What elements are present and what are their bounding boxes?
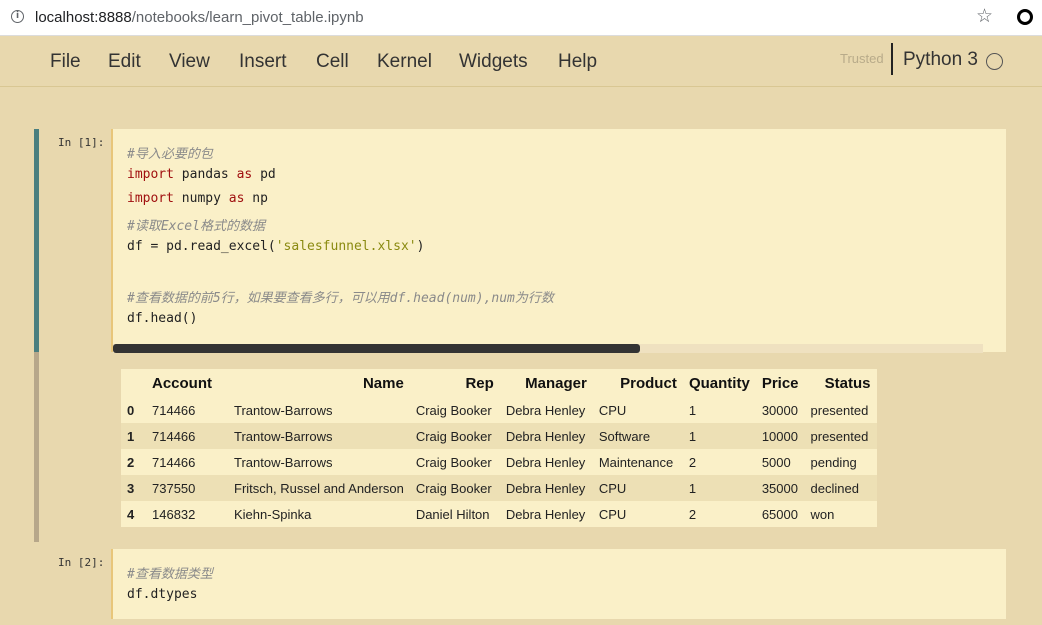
cell-status: presented — [810, 402, 869, 418]
cell-price: 10000 — [761, 428, 798, 444]
url-host: localhost:8888 — [35, 9, 132, 26]
cell-account: 737550 — [152, 480, 196, 496]
cell-name: Kiehn-Spinka — [234, 506, 312, 522]
cell-rep: Craig Booker — [415, 480, 492, 496]
column-header-account: Account — [152, 374, 212, 392]
selected-cell-marker — [34, 129, 39, 352]
cell-manager: Debra Henley — [505, 402, 586, 418]
code-line: import pandas as pd — [127, 167, 276, 182]
column-header-quantity: Quantity — [688, 374, 750, 392]
cell-name: Trantow-Barrows — [234, 402, 333, 418]
menu-file[interactable]: File — [50, 51, 81, 73]
cell-product: Maintenance — [598, 454, 674, 470]
column-header-index — [121, 369, 146, 397]
column-header-product: Product — [620, 374, 677, 392]
url-path: /notebooks/learn_pivot_table.ipynb — [131, 9, 364, 26]
cell-price: 35000 — [761, 480, 798, 496]
table-row: 0 714466 Trantow-Barrows Craig Booker De… — [121, 397, 877, 423]
cell-quantity: 2 — [688, 506, 697, 522]
table-row: 3 737550 Fritsch, Russel and Anderson Cr… — [121, 475, 877, 501]
row-index: 4 — [127, 506, 135, 522]
cell-manager: Debra Henley — [505, 454, 586, 470]
cell-name: Trantow-Barrows — [234, 428, 333, 444]
dataframe-table: Account Name Rep Manager Product Quantit… — [121, 369, 877, 527]
cell-product: CPU — [598, 480, 627, 496]
column-header-status: Status — [824, 374, 871, 392]
column-header-price: Price — [761, 374, 799, 392]
cell-status: presented — [810, 428, 869, 444]
code-line: #读取Excel格式的数据 — [127, 219, 265, 234]
code-line: import numpy as np — [127, 191, 268, 206]
input-prompt: In [2]: — [58, 556, 105, 569]
menu-widgets[interactable]: Widgets — [459, 51, 528, 73]
code-line: df = pd.read_excel('salesfunnel.xlsx') — [127, 239, 425, 254]
cell-account: 714466 — [152, 428, 196, 444]
kernel-name[interactable]: Python 3 — [903, 49, 978, 71]
code-line: #查看数据的前5行，如果要查看多行，可以用df.head(num),num为行数 — [127, 291, 554, 306]
code-line: df.dtypes — [127, 587, 198, 602]
cell-name: Fritsch, Russel and Anderson — [234, 480, 404, 496]
url-text[interactable]: localhost:8888/notebooks/learn_pivot_tab… — [35, 9, 364, 26]
cell-quantity: 1 — [688, 480, 697, 496]
notebook-menubar: File Edit View Insert Cell Kernel Widget… — [0, 36, 1042, 87]
row-index: 3 — [127, 480, 135, 496]
cell-product: CPU — [598, 402, 627, 418]
cell-account: 146832 — [152, 506, 196, 522]
code-editor[interactable]: #导入必要的包 import pandas as pd import numpy… — [111, 129, 1006, 352]
info-icon[interactable]: i — [11, 10, 24, 23]
cell-name: Trantow-Barrows — [234, 454, 333, 470]
table-row: 1 714466 Trantow-Barrows Craig Booker De… — [121, 423, 877, 449]
kernel-status-icon — [986, 53, 1003, 70]
row-index: 1 — [127, 428, 135, 444]
cell-product: Software — [598, 428, 651, 444]
menu-cell[interactable]: Cell — [316, 51, 349, 73]
table-row: 4 146832 Kiehn-Spinka Daniel Hilton Debr… — [121, 501, 877, 527]
bookmark-star-icon[interactable]: ☆ — [976, 5, 993, 27]
menu-insert[interactable]: Insert — [239, 51, 287, 73]
cell-manager: Debra Henley — [505, 480, 586, 496]
menu-kernel[interactable]: Kernel — [377, 51, 432, 73]
browser-address-bar: i localhost:8888/notebooks/learn_pivot_t… — [0, 0, 1042, 36]
column-header-manager: Manager — [525, 374, 587, 392]
cell-price: 65000 — [761, 506, 798, 522]
kernel-separator — [891, 43, 893, 75]
code-editor[interactable]: #查看数据类型 df.dtypes — [111, 549, 1006, 619]
cell-quantity: 1 — [688, 428, 697, 444]
menu-edit[interactable]: Edit — [108, 51, 141, 73]
row-index: 0 — [127, 402, 135, 418]
cell-status: declined — [810, 480, 859, 496]
horizontal-scrollbar[interactable] — [113, 344, 983, 353]
cell-account: 714466 — [152, 454, 196, 470]
column-header-rep: Rep — [465, 374, 494, 392]
trusted-indicator[interactable]: Trusted — [840, 51, 884, 66]
scrollbar-thumb[interactable] — [113, 344, 640, 353]
table-header-row: Account Name Rep Manager Product Quantit… — [121, 369, 877, 397]
code-line: df.head() — [127, 311, 198, 326]
menu-help[interactable]: Help — [558, 51, 597, 73]
code-line: #查看数据类型 — [127, 567, 213, 582]
cell-rep: Craig Booker — [415, 454, 492, 470]
cell-price: 30000 — [761, 402, 798, 418]
row-index: 2 — [127, 454, 135, 470]
cell-manager: Debra Henley — [505, 506, 586, 522]
extension-icon[interactable] — [1017, 9, 1033, 25]
cell-rep: Craig Booker — [415, 402, 492, 418]
cell-account: 714466 — [152, 402, 196, 418]
menu-view[interactable]: View — [169, 51, 210, 73]
cell-quantity: 1 — [688, 402, 697, 418]
input-prompt: In [1]: — [58, 136, 105, 149]
cell-product: CPU — [598, 506, 627, 522]
table-row: 2 714466 Trantow-Barrows Craig Booker De… — [121, 449, 877, 475]
code-line: #导入必要的包 — [127, 147, 213, 162]
code-cell-2[interactable]: In [2]: #查看数据类型 df.dtypes — [34, 549, 1006, 619]
column-header-name: Name — [362, 374, 404, 392]
cell-status: won — [810, 506, 835, 522]
cell-quantity: 2 — [688, 454, 697, 470]
cell-rep: Daniel Hilton — [415, 506, 490, 522]
cell-rep: Craig Booker — [415, 428, 492, 444]
cell-price: 5000 — [761, 454, 791, 470]
cell-status: pending — [810, 454, 857, 470]
cell-manager: Debra Henley — [505, 428, 586, 444]
